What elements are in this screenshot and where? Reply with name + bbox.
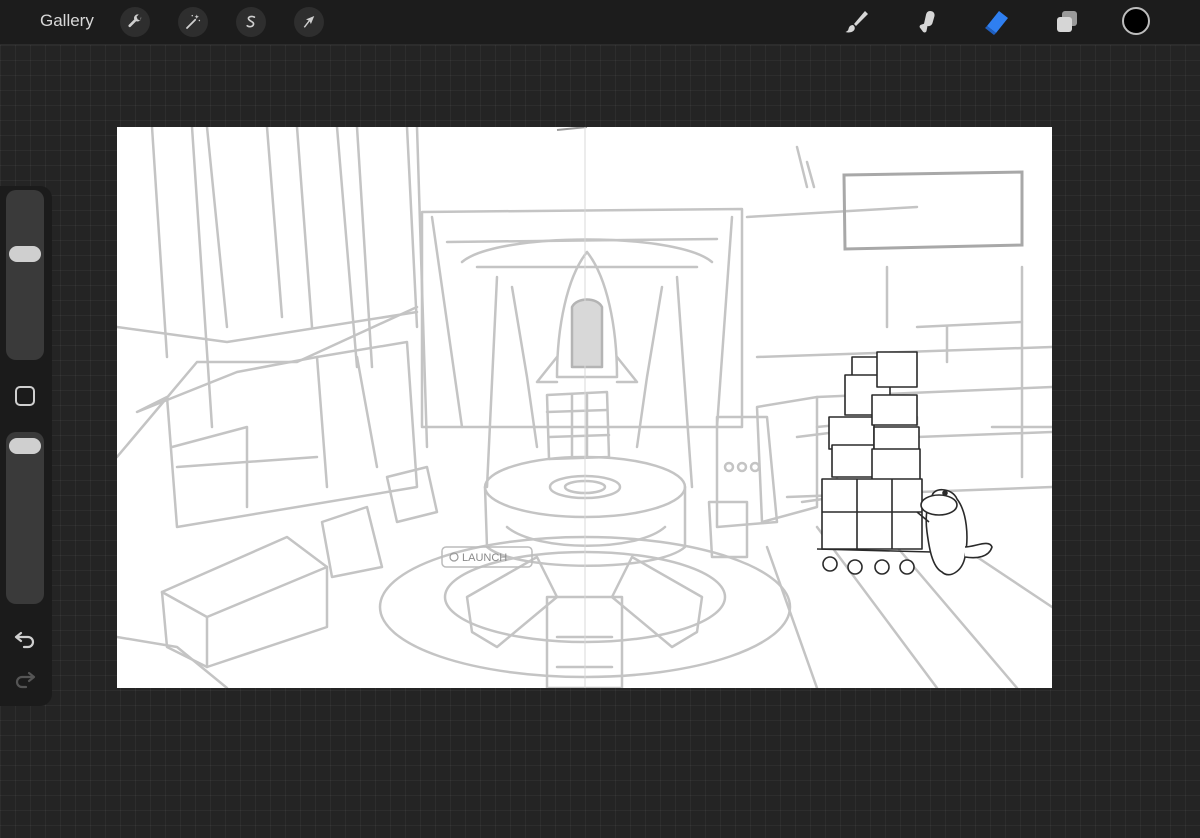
actions-button[interactable] [120,7,150,37]
wrench-icon [128,14,142,28]
transform-button[interactable] [294,7,324,37]
brush-icon [845,11,868,33]
smudge-icon [919,10,935,33]
cart-with-boxes [816,351,933,575]
color-picker-button[interactable] [1122,7,1150,35]
sketch-artwork: LAUNCH [117,127,1052,688]
brush-tool[interactable] [839,6,873,38]
brush-size-slider[interactable] [6,190,44,360]
launch-label: LAUNCH [462,552,507,564]
modify-square-icon[interactable] [15,386,35,406]
left-sidebar [0,186,52,706]
selection-icon [246,15,256,28]
selection-button[interactable] [236,7,266,37]
opacity-slider[interactable] [6,432,44,604]
platypus-character [916,488,993,576]
drawing-canvas[interactable]: LAUNCH [117,127,1052,688]
gallery-button[interactable]: Gallery [40,11,94,31]
magic-wand-icon [186,14,201,29]
undo-icon[interactable] [12,626,38,652]
layers-button[interactable] [1050,6,1084,38]
redo-icon[interactable] [12,666,38,692]
smudge-tool[interactable] [909,6,943,38]
eraser-icon [985,11,1008,35]
eraser-tool[interactable] [979,6,1013,38]
brush-size-thumb[interactable] [9,246,41,262]
layers-icon [1057,11,1077,32]
transform-arrow-icon [303,16,315,28]
opacity-thumb[interactable] [9,438,41,454]
adjustments-button[interactable] [178,7,208,37]
top-toolbar: Gallery [0,0,1200,45]
